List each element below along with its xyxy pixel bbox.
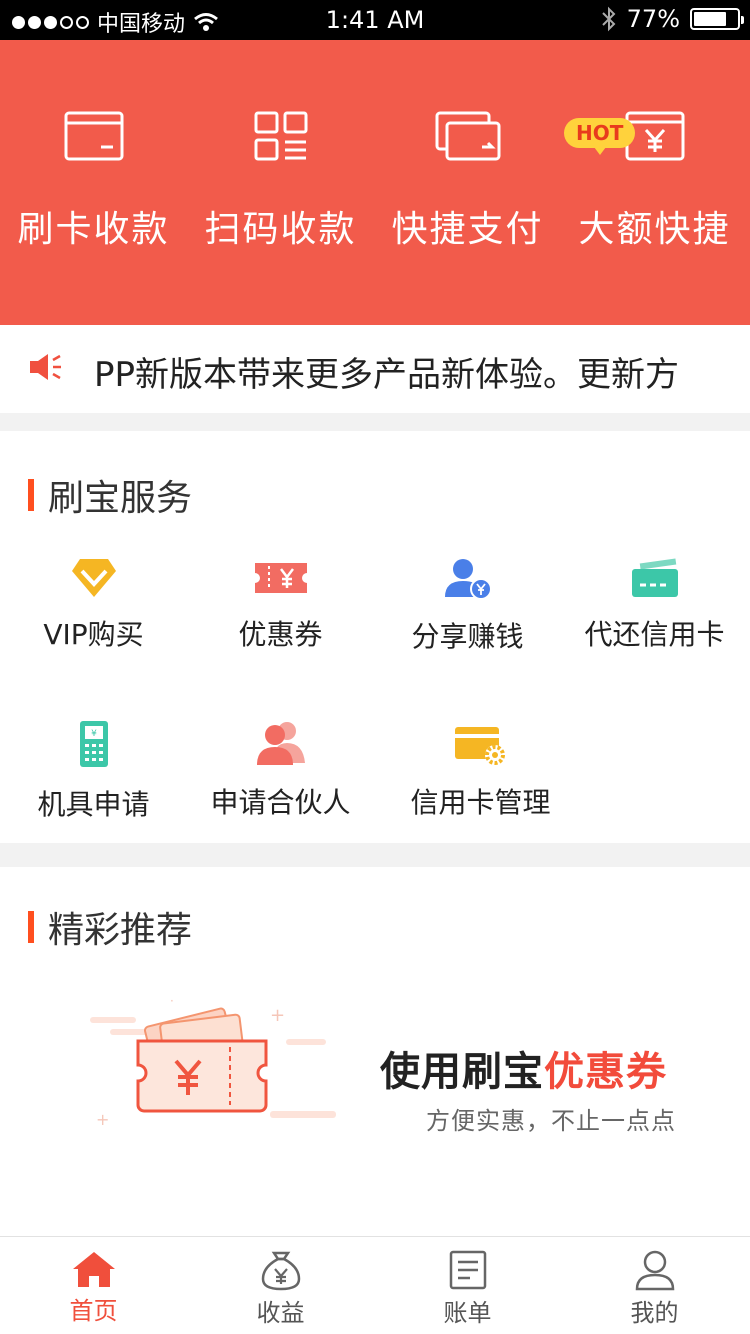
battery-icon: [690, 8, 744, 30]
home-icon: [72, 1252, 115, 1287]
service-partner-apply[interactable]: 申请合伙人: [187, 719, 374, 821]
vip-diamond-icon: [71, 559, 116, 597]
bill-icon: [449, 1250, 486, 1290]
service-label: 优惠券: [238, 618, 323, 651]
hot-badge: HOT: [564, 118, 636, 155]
service-pos-apply[interactable]: ¥ 机具申请: [0, 719, 187, 823]
recommend-header: 精彩推荐: [28, 901, 192, 953]
promo-subtitle: 方便实惠，不止一点点: [426, 1107, 676, 1135]
share-user-icon: [444, 559, 492, 600]
bluetooth-icon: [601, 6, 616, 32]
svg-text:·: ·: [170, 995, 174, 1008]
credit-card-icon: [631, 558, 678, 597]
tab-bill[interactable]: 账单: [374, 1249, 561, 1328]
wallet-coupon-illustration-icon: + + ·: [90, 995, 336, 1129]
section-accent-bar: [28, 911, 34, 943]
hero-label: 大额快捷: [578, 209, 731, 250]
quick-pay-icon: [435, 111, 500, 161]
coupon-icon: [254, 563, 307, 593]
service-label: VIP购买: [43, 618, 144, 651]
svg-text:+: +: [96, 1110, 109, 1129]
money-bag-icon: [261, 1251, 300, 1291]
service-label: 分享赚钱: [411, 620, 524, 653]
service-coupon[interactable]: 优惠券: [187, 557, 374, 653]
hero-panel: 刷卡收款 扫码收款 快捷支付 大额快捷 HOT: [0, 40, 750, 325]
recommend-section: 精彩推荐 + + · 使用刷宝优惠券 方便实惠，不止一点点: [0, 867, 750, 1236]
status-right: 77%: [601, 5, 744, 33]
hero-label: 刷卡收款: [17, 209, 170, 250]
tab-label: 账单: [443, 1299, 492, 1327]
recommend-title: 精彩推荐: [48, 910, 193, 951]
profile-icon: [635, 1250, 674, 1291]
notice-text: PP新版本带来更多产品新体验。更新方: [94, 355, 680, 395]
tab-label: 我的: [630, 1299, 679, 1327]
bottom-tab-bar: 首页 收益 账单 我的: [0, 1236, 750, 1334]
card-settings-icon: [454, 727, 505, 765]
section-accent-bar: [28, 479, 34, 511]
service-share[interactable]: 分享赚钱: [374, 557, 561, 655]
speaker-icon: [30, 354, 61, 380]
hero-card-swipe[interactable]: 刷卡收款: [0, 110, 187, 252]
partners-icon: [256, 722, 305, 765]
service-card-manage[interactable]: 信用卡管理: [387, 723, 574, 821]
service-vip[interactable]: VIP购买: [0, 557, 187, 653]
tab-label: 首页: [69, 1297, 118, 1325]
qr-scan-icon: [254, 111, 307, 161]
card-swipe-icon: [64, 111, 123, 161]
service-label: 申请合伙人: [210, 786, 351, 819]
promo-title: 使用刷宝优惠券: [380, 1039, 667, 1097]
services-section: 刷宝服务 VIP购买 优惠券 分享赚钱 代还信用卡 ¥ 机具申请 申请合伙人 信…: [0, 431, 750, 843]
svg-text:+: +: [270, 1005, 285, 1026]
hero-label: 快捷支付: [391, 209, 544, 250]
hero-qr-scan[interactable]: 扫码收款: [187, 110, 374, 252]
service-label: 机具申请: [37, 788, 150, 821]
battery-percent: 77%: [626, 5, 680, 33]
services-title: 刷宝服务: [48, 478, 193, 519]
tab-earnings[interactable]: 收益: [187, 1249, 374, 1328]
hero-label: 扫码收款: [204, 209, 357, 250]
service-repay-credit[interactable]: 代还信用卡: [561, 557, 748, 653]
service-label: 信用卡管理: [410, 786, 551, 819]
promo-title-prefix: 使用刷宝: [380, 1049, 544, 1095]
tab-label: 收益: [256, 1299, 305, 1327]
pos-terminal-icon: ¥: [79, 721, 108, 767]
services-header: 刷宝服务: [28, 469, 192, 521]
status-bar: 中国移动 1:41 AM 77%: [0, 0, 750, 40]
hero-quick-pay[interactable]: 快捷支付: [374, 110, 561, 252]
promo-title-highlight: 优惠券: [544, 1049, 667, 1095]
notice-bar[interactable]: PP新版本带来更多产品新体验。更新方: [0, 325, 750, 413]
svg-text:¥: ¥: [91, 729, 97, 739]
tab-profile[interactable]: 我的: [561, 1249, 748, 1328]
tab-home[interactable]: 首页: [0, 1249, 187, 1326]
service-label: 代还信用卡: [584, 618, 725, 651]
